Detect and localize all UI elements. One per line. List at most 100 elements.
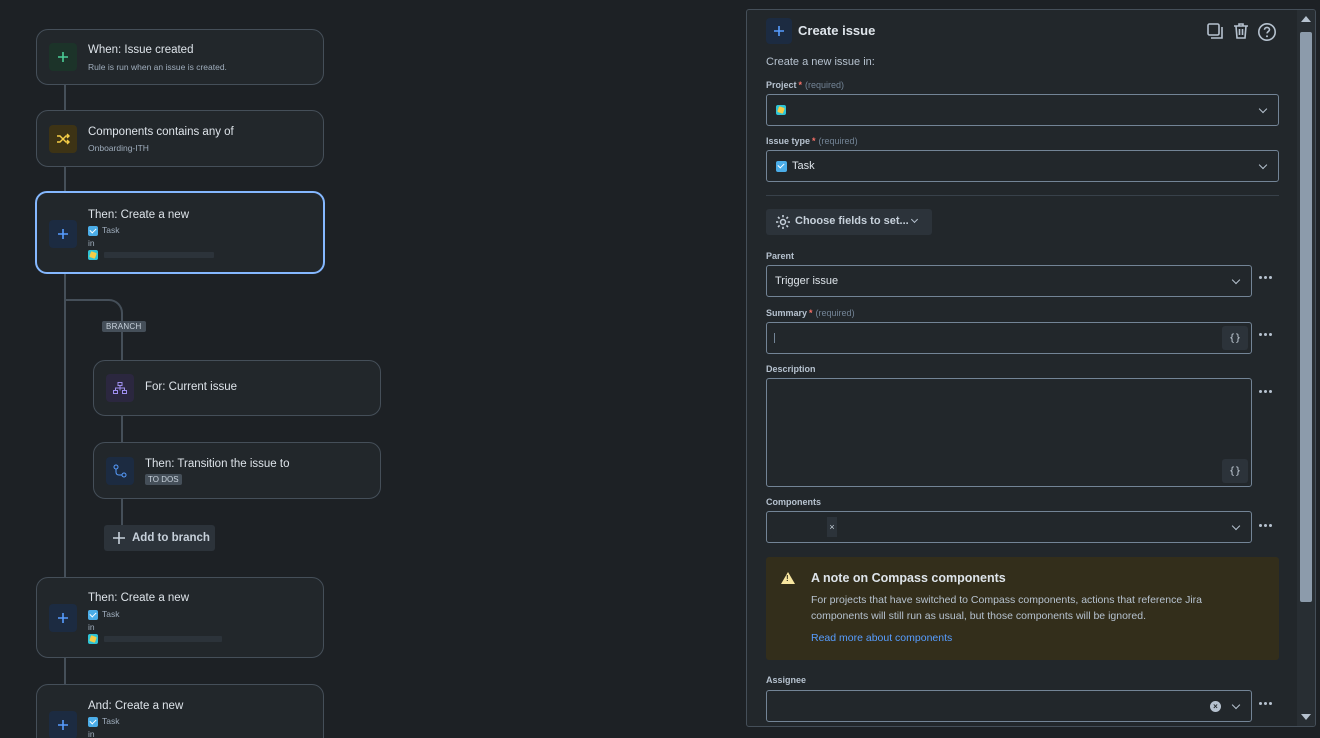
create-issue-card-3[interactable]: And: Create a new Task in	[36, 684, 324, 738]
add-to-branch-label: Add to branch	[132, 532, 210, 544]
branch-label: BRANCH	[102, 321, 146, 332]
choose-fields-button[interactable]: Choose fields to set...	[766, 209, 932, 235]
action-title: Then: Create a new	[88, 209, 190, 221]
project-label: Project * (required)	[766, 80, 845, 90]
scroll-down-arrow[interactable]	[1301, 714, 1311, 720]
shuffle-icon	[49, 125, 77, 153]
action-title: Then: Create a new	[88, 592, 190, 604]
transition-card[interactable]: Then: Transition the issue to TO DOS	[93, 442, 381, 499]
connector	[64, 166, 66, 192]
chevron-down-icon	[1258, 104, 1268, 114]
chevron-down-icon	[1231, 275, 1241, 285]
help-icon[interactable]	[1257, 22, 1277, 45]
intro-text: Create a new issue in:	[766, 56, 875, 68]
more-options-icon[interactable]	[1259, 524, 1272, 527]
scrollbar[interactable]	[1297, 10, 1315, 726]
condition-subtitle: Onboarding-ITH	[88, 143, 149, 153]
plus-icon	[49, 711, 77, 738]
choose-fields-label: Choose fields to set...	[795, 215, 909, 227]
summary-label: Summary * (required)	[766, 308, 855, 318]
chevron-down-icon	[1231, 521, 1241, 531]
issue-type-select[interactable]: Task	[766, 150, 1279, 182]
project-icon	[776, 105, 786, 115]
transition-icon	[106, 457, 134, 485]
connector	[64, 84, 66, 110]
assignee-select[interactable]: ×	[766, 690, 1252, 722]
issue-type-label: Issue type * (required)	[766, 136, 858, 146]
issue-type-value: Task	[792, 160, 815, 172]
create-issue-card[interactable]: Then: Create a new Task in	[35, 191, 325, 274]
project-select[interactable]	[766, 94, 1279, 126]
action-title: And: Create a new	[88, 700, 184, 712]
description-label: Description	[766, 364, 816, 374]
task-icon	[88, 716, 98, 727]
project-name-redacted	[104, 251, 214, 258]
assignee-label: Assignee	[766, 675, 807, 685]
text-cursor	[774, 333, 775, 343]
more-options-icon[interactable]	[1259, 702, 1272, 705]
project-icon	[88, 249, 98, 260]
plus-icon	[113, 532, 125, 544]
trigger-subtitle: Rule is run when an issue is created.	[88, 62, 227, 72]
transition-title: Then: Transition the issue to	[145, 458, 290, 470]
note-title: A note on Compass components	[811, 571, 1006, 585]
add-to-branch-button[interactable]: Add to branch	[104, 525, 215, 551]
action-in-label: in	[88, 622, 95, 632]
plus-icon	[49, 43, 77, 71]
copy-icon[interactable]	[1206, 22, 1224, 43]
chevron-down-icon	[910, 215, 919, 224]
parent-label: Parent	[766, 251, 795, 261]
chevron-down-icon	[1231, 700, 1241, 710]
connector	[121, 414, 123, 443]
chip-remove-icon[interactable]: ×	[827, 517, 837, 537]
parent-value: Trigger issue	[775, 275, 839, 287]
panel-title: Create issue	[798, 23, 876, 38]
divider	[766, 195, 1279, 196]
condition-title: Components contains any of	[88, 126, 234, 138]
plus-icon	[766, 18, 792, 44]
components-select[interactable]: ×	[766, 511, 1252, 543]
note-body: For projects that have switched to Compa…	[811, 594, 1203, 622]
more-options-icon[interactable]	[1259, 276, 1272, 279]
create-issue-panel: Create issue Create a new issue in: Proj…	[746, 9, 1316, 727]
task-icon	[88, 609, 98, 620]
branch-for-card[interactable]: For: Current issue	[93, 360, 381, 416]
parent-select[interactable]: Trigger issue	[766, 265, 1252, 297]
compass-note: A note on Compass components For project…	[766, 557, 1279, 660]
action-in-label: in	[88, 729, 95, 738]
gear-icon	[776, 215, 790, 229]
scroll-up-arrow[interactable]	[1301, 16, 1311, 22]
trigger-title: When: Issue created	[88, 44, 194, 56]
action-project	[88, 633, 222, 644]
scrollbar-thumb[interactable]	[1300, 32, 1312, 602]
action-in-label: in	[88, 238, 95, 248]
trigger-card[interactable]: When: Issue created Rule is run when an …	[36, 29, 324, 85]
for-title: For: Current issue	[145, 381, 238, 393]
smart-value-button[interactable]: {}	[1222, 459, 1248, 483]
smart-value-button[interactable]: {}	[1222, 326, 1248, 350]
transition-status: TO DOS	[145, 474, 182, 485]
summary-input[interactable]: {}	[766, 322, 1252, 354]
connector	[121, 498, 123, 526]
more-options-icon[interactable]	[1259, 333, 1272, 336]
connector	[64, 657, 66, 685]
component-chip: ×	[771, 517, 837, 537]
action-project	[88, 249, 214, 260]
read-more-link[interactable]: Read more about components	[811, 632, 952, 644]
warning-icon	[781, 572, 795, 584]
project-name-redacted	[104, 635, 222, 642]
create-issue-card-2[interactable]: Then: Create a new Task in	[36, 577, 324, 658]
task-icon	[88, 225, 98, 236]
hierarchy-icon	[106, 374, 134, 402]
description-textarea[interactable]: {}	[766, 378, 1252, 487]
trash-icon[interactable]	[1232, 22, 1250, 43]
action-issue-type: Task	[88, 609, 119, 620]
condition-card[interactable]: Components contains any of Onboarding-IT…	[36, 110, 324, 167]
action-issue-type: Task	[88, 716, 119, 727]
action-issue-type: Task	[88, 225, 119, 236]
more-options-icon[interactable]	[1259, 390, 1272, 393]
project-icon	[88, 633, 98, 644]
plus-icon	[49, 220, 77, 248]
clear-icon[interactable]: ×	[1210, 701, 1221, 712]
plus-icon	[49, 604, 77, 632]
